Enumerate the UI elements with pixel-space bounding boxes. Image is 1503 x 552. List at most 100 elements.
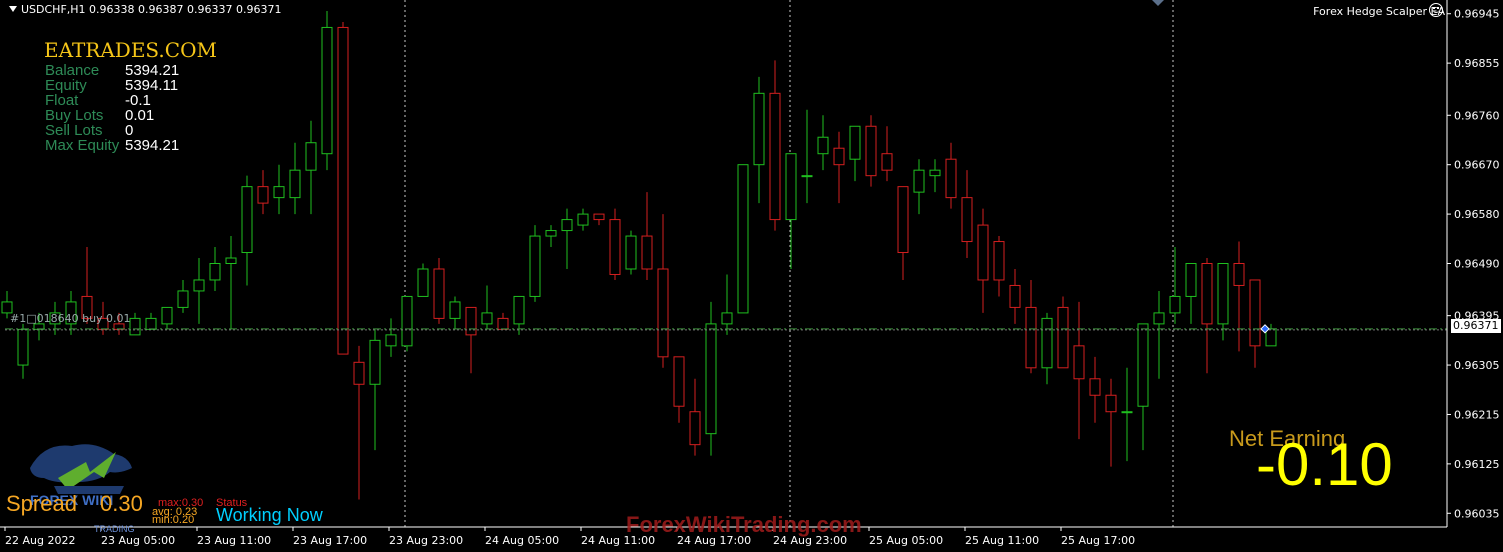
candle: [977, 208, 989, 313]
candle: [1169, 247, 1181, 324]
candle-body: [225, 257, 237, 264]
time-label: 24 Aug 05:00: [485, 534, 559, 547]
candle: [177, 279, 189, 313]
ea-name-label: Forex Hedge Scalper EA: [1313, 5, 1445, 18]
current-price-tag: 0.96371: [1451, 319, 1501, 333]
candle-body: [817, 136, 829, 155]
candle: [817, 115, 829, 171]
candle-body: [673, 356, 685, 407]
candle: [401, 295, 413, 352]
candle-body: [353, 361, 365, 385]
candle: [305, 120, 317, 215]
candle-body: [1217, 263, 1229, 325]
candle: [833, 131, 845, 204]
candle-body: [913, 169, 925, 193]
candle-body: [529, 235, 541, 297]
candle-body: [385, 334, 397, 347]
candle-body: [929, 169, 941, 177]
candle: [753, 76, 765, 204]
grid-layer: [404, 0, 1174, 527]
candle: [913, 159, 925, 215]
spread-label: Spread: [6, 491, 77, 516]
status-value: Working Now: [216, 505, 323, 525]
candle-body: [369, 339, 381, 385]
candle: [689, 378, 701, 456]
candle: [385, 318, 397, 357]
candle: [881, 126, 893, 182]
candle: [337, 21, 349, 355]
candle-body: [129, 317, 141, 336]
candle-body: [1009, 284, 1021, 308]
time-label: 23 Aug 11:00: [197, 534, 271, 547]
candle-body: [1073, 345, 1085, 380]
candle: [529, 225, 541, 302]
candle: [705, 301, 717, 456]
candle-body: [465, 306, 477, 336]
candle-body: [497, 317, 509, 330]
candle-body: [545, 230, 557, 237]
candle: [849, 125, 861, 182]
candle-body: [1057, 306, 1069, 369]
candle: [225, 236, 237, 330]
candle-body: [337, 26, 349, 355]
candle: [801, 109, 813, 204]
price-label: 0.96215: [1454, 408, 1500, 421]
candle-body: [193, 279, 205, 292]
candle: [289, 142, 301, 215]
brand-label: EATRADES.COM: [44, 38, 217, 62]
price-label: 0.96670: [1454, 159, 1500, 172]
candle-body: [177, 290, 189, 308]
candle: [945, 142, 957, 209]
collapse-arrow-icon[interactable]: [1152, 0, 1164, 6]
candle-body: [801, 175, 813, 178]
candle: [1025, 279, 1037, 374]
candle-body: [657, 268, 669, 358]
candle: [961, 170, 973, 259]
candle: [897, 186, 909, 280]
candle-body: [961, 197, 973, 243]
candle: [929, 159, 941, 193]
candle: [673, 356, 685, 423]
candle-body: [161, 306, 173, 325]
candle: [1073, 301, 1085, 440]
candle: [1137, 323, 1149, 451]
candle: [641, 192, 653, 280]
candle: [1089, 356, 1101, 423]
candle-body: [321, 26, 333, 155]
candle: [369, 329, 381, 451]
time-label: 25 Aug 05:00: [869, 534, 943, 547]
time-label: 23 Aug 17:00: [293, 534, 367, 547]
candle: [625, 230, 637, 275]
candle-body: [881, 153, 893, 171]
candle: [481, 285, 493, 330]
candle-body: [1185, 263, 1197, 297]
symbol-header: USDCHF,H1 0.96338 0.96387 0.96337 0.9637…: [9, 3, 282, 16]
candle-body: [897, 186, 909, 254]
candle: [561, 208, 573, 269]
info-label: Max Equity: [45, 137, 120, 154]
candle-body: [1233, 263, 1245, 286]
candle: [273, 164, 285, 215]
candle-body: [945, 158, 957, 199]
candle-body: [737, 164, 749, 314]
watermark-text: ForexWikiTrading.com: [626, 512, 862, 537]
candle: [1057, 296, 1069, 369]
candle-body: [785, 153, 797, 221]
candle-body: [417, 268, 429, 297]
candle: [737, 164, 749, 314]
triangle-icon: [9, 6, 17, 12]
candle-body: [1137, 323, 1149, 407]
candle: [353, 345, 365, 500]
candle-body: [641, 235, 653, 270]
candle-body: [849, 125, 861, 160]
candle-body: [1265, 328, 1277, 347]
candle-body: [481, 312, 493, 325]
candle: [769, 60, 781, 231]
price-label: 0.96305: [1454, 359, 1500, 372]
candle-body: [609, 219, 621, 275]
candle: [993, 236, 1005, 297]
candle-body: [721, 312, 733, 325]
price-label: 0.96490: [1454, 258, 1500, 271]
chart-window[interactable]: 0.96945 0.96855 0.96760 0.96670 0.96580 0.964…: [0, 0, 1503, 552]
candle-body: [1025, 306, 1037, 369]
